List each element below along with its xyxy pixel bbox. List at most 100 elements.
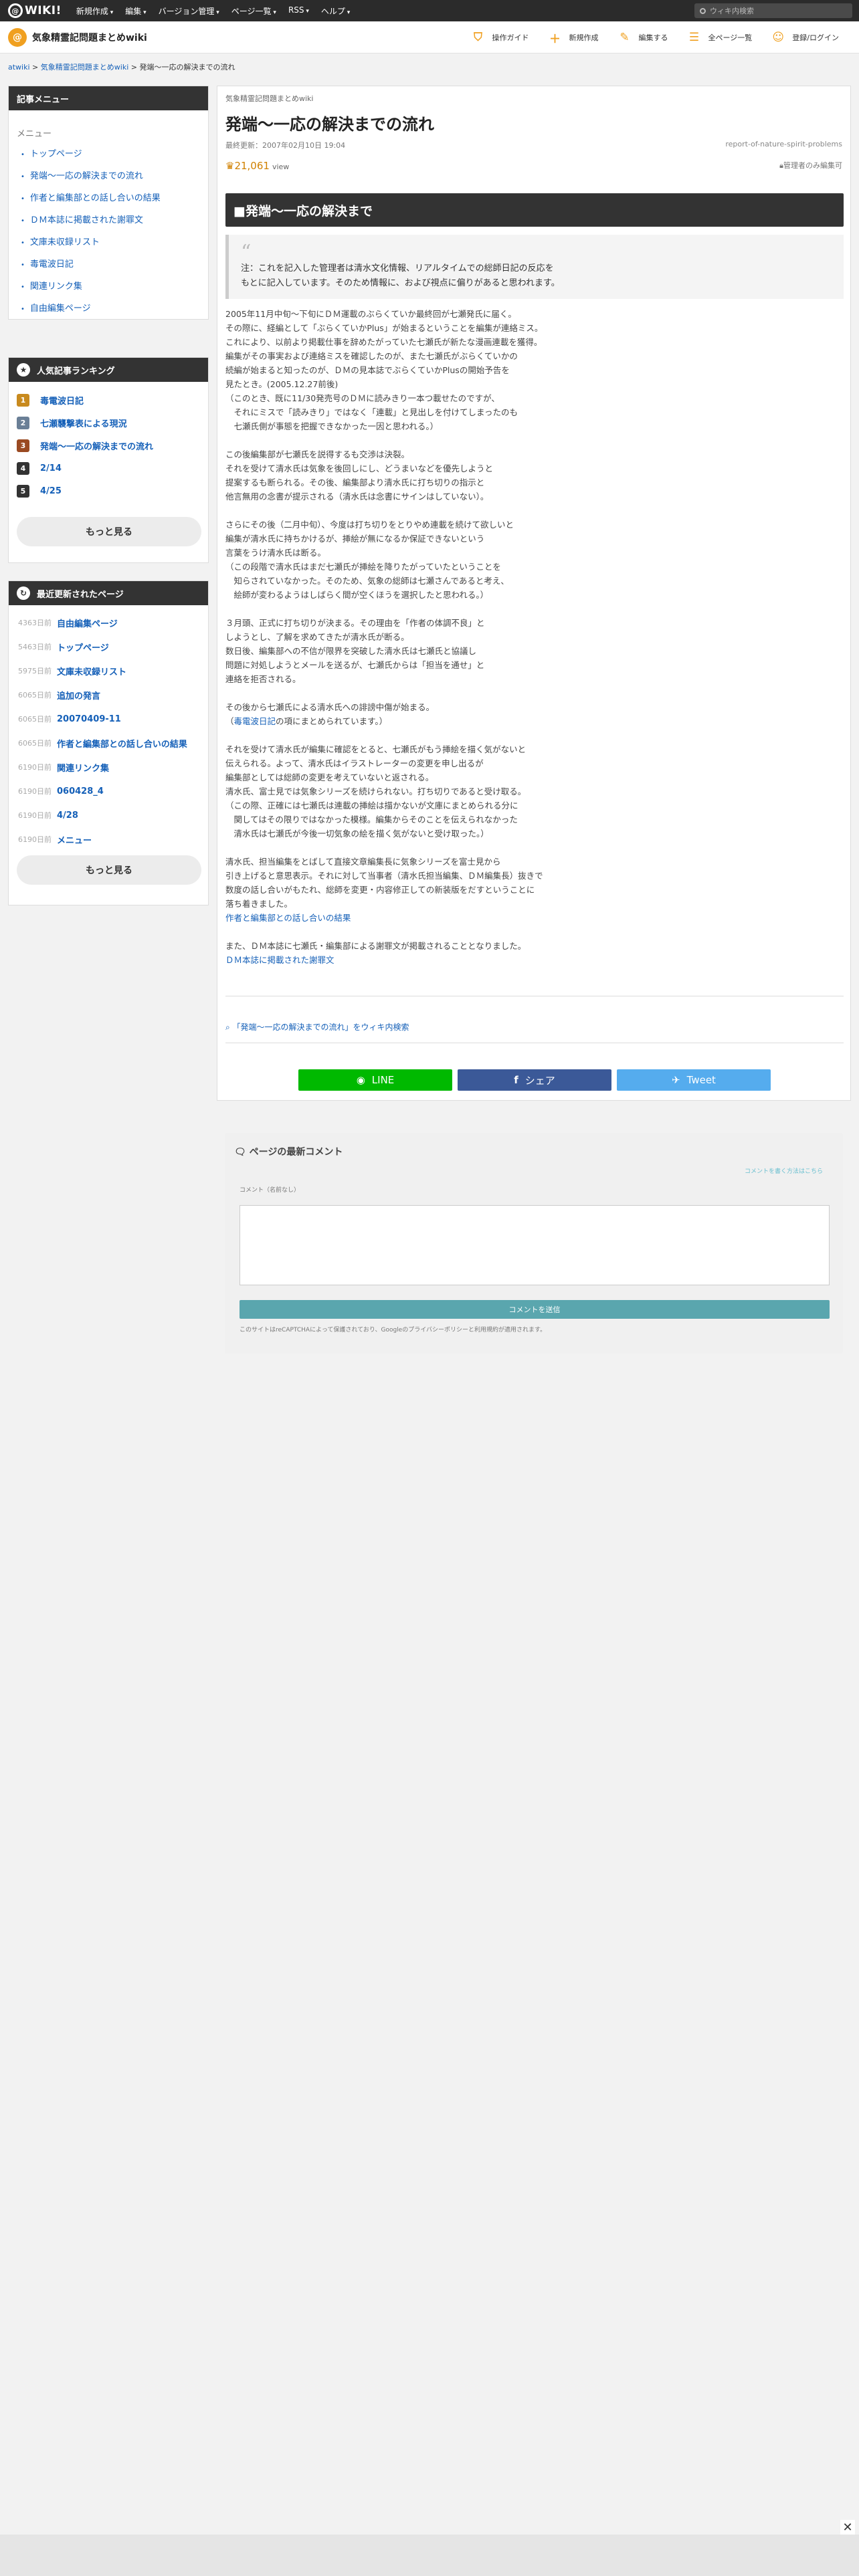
recaptcha-note: このサイトはreCAPTCHAによって保護されており、Googleのプライバシー… [240,1327,547,1333]
article-body: 2005年11月中旬〜下旬にＤＭ運載のぶらくていか最終回が七瀬発氏に届く。 その… [225,307,844,981]
new-page-label: 新規作成 [569,33,599,42]
ranking-item-4[interactable]: 4 2/14 [17,457,200,479]
new-page-link[interactable]: ＋ 新規作成 [549,31,599,46]
sidebar-item-top: トップページ [21,143,208,165]
comment-textarea[interactable] [240,1205,830,1285]
ranking-link[interactable]: 毒電波日記 [40,394,84,407]
ranking-link[interactable]: 七瀬襲撃表による現況 [40,417,127,429]
paragraph: それを受けて清水氏が編集に確認をとると、七瀬氏がもう挿絵を描く気がないと 伝えら… [225,744,527,839]
ranking-item-2[interactable]: 2 七瀬襲撃表による現況 [17,411,200,434]
page-slug: report-of-nature-spirit-problems [725,140,842,148]
ranking-item-5[interactable]: 5 4/25 [17,479,200,502]
paragraph: この後編集部が七瀬氏を説得するも交渉は決裂。 それを受けて清水氏は気象を後回しに… [225,449,494,502]
list-item: 6065日前 作者と編集部との話し合いの結果 [18,739,187,750]
list-item: 6065日前 20070409-11 [18,714,121,724]
top-bar: @WIKI! 新規作成 編集 バージョン管理 ページ一覧 RSS ヘルプ [0,0,859,21]
site-title[interactable]: 気象精霊記問題まとめwiki [32,31,147,44]
all-pages-label: 全ページ一覧 [708,33,753,42]
comment-submit-button[interactable]: コメントを送信 [240,1300,830,1319]
breadcrumb: atwiki > 気象精霊記問題まとめwiki > 発端〜一応の解決までの流れ [8,63,235,72]
close-icon[interactable]: ✕ [840,2520,855,2535]
users-icon: ☺ [772,31,785,44]
menu-help[interactable]: ヘルプ [321,5,350,17]
comment-title: 🗨︎ ページの最新コメント [234,1147,343,1158]
sidebar-menu-box: 記事メニュー メニュー トップページ 発端〜一応の解決までの流れ 作者と編集部と… [8,86,209,320]
list-item: 6065日前 追加の発言 [18,691,101,702]
apology-link[interactable]: ＤＭ本誌に掲載された謝罪文 [225,955,335,965]
rank-badge: 5 [17,484,29,498]
note-quote: “ 注：これを記入した管理者は清水文化情報、リアルタイムでの総師日記の反応を も… [225,235,844,299]
edit-link[interactable]: ✎ 編集する [619,31,668,44]
result-link[interactable]: 作者と編集部との話し合いの結果 [225,913,351,923]
list-item: 5975日前 文庫未収録リスト [18,667,127,677]
header-nav: ⛉ 操作ガイド ＋ 新規作成 ✎ 編集する ☰ 全ページ一覧 ☺ 登録/ログイン [472,21,859,53]
main-article: 気象精霊記問題まとめwiki 発端〜一応の解決までの流れ 最終更新：2007年0… [217,86,851,1101]
pencil-icon: ✎ [619,31,630,44]
facebook-share-button[interactable]: f シェア [458,1069,611,1091]
twitter-share-button[interactable]: ✈ Tweet [617,1069,771,1091]
ranking-link[interactable]: 2/14 [40,463,62,473]
menu-rss[interactable]: RSS [288,5,309,17]
facebook-icon: f [514,1074,518,1086]
paragraph: また、ＤＭ本誌に七瀬氏・編集部による謝罪文が掲載されることとなりました。 [225,941,527,951]
comment-hint-link[interactable]: コメントを書く方法はこちら [745,1166,823,1175]
recent-list: 4363日前 自由編集ページ 5463日前 トップページ 5975日前 文庫未収録リス… [9,605,208,851]
at-logo-icon: @ [8,3,23,18]
ranking-item-3[interactable]: 3 発端〜一応の解決までの流れ [17,434,200,457]
logo-text: WIKI! [25,4,62,17]
share-bar: ◉ LINE f シェア ✈ Tweet [217,1069,852,1091]
menu-version[interactable]: バージョン管理 [159,5,219,17]
list-item: 4363日前 自由編集ページ [18,619,118,629]
ranking-link[interactable]: 発端〜一応の解決までの流れ [40,439,153,452]
ad-banner [0,2535,859,2576]
menu-pages[interactable]: ページ一覧 [231,5,276,17]
ranking-header: ★ 人気記事ランキング [9,358,208,382]
ranking-more-button[interactable]: もっと見る [17,517,201,546]
breadcrumb-site[interactable]: 気象精霊記問題まとめwiki [41,63,128,72]
view-count: ♛21,061 view [225,160,290,172]
menu-edit[interactable]: 編集 [125,5,146,17]
crown-icon: ♛ [225,160,235,172]
recent-more-button[interactable]: もっと見る [17,855,201,885]
login-link[interactable]: ☺ 登録/ログイン [772,31,839,44]
all-pages-link[interactable]: ☰ 全ページ一覧 [688,31,753,44]
paragraph: ＤＭ本誌に掲載された謝罪文 [225,953,844,967]
wiki-search-input[interactable] [710,6,844,15]
document-icon: ☰ [688,31,700,44]
edit-label: 編集する [638,33,668,42]
list-item: 6190日前 060428_4 [18,786,104,796]
guide-label: 操作ガイド [492,33,529,42]
guide-link[interactable]: ⛉ 操作ガイド [472,31,529,44]
quote-text: 注：これを記入した管理者は清水文化情報、リアルタイムでの総師日記の反応を もとに… [241,263,560,288]
breadcrumb-current: 発端〜一応の解決までの流れ [139,63,235,72]
comment-icon: 🗨︎ [234,1147,250,1158]
rank-badge: 4 [17,461,29,475]
ranking-item-1[interactable]: 1 毒電波日記 [17,389,200,411]
menu-caption: メニュー [17,129,52,139]
comment-label: コメント（名前なし） [240,1187,300,1194]
ranking-link[interactable]: 4/25 [40,486,62,496]
line-share-button[interactable]: ◉ LINE [298,1069,452,1091]
breadcrumb-root[interactable]: atwiki [8,63,30,72]
menu-list: トップページ 発端〜一応の解決までの流れ 作者と編集部との話し合いの結果 ＤＭ本… [21,143,208,320]
list-item: 5463日前 トップページ [18,643,109,653]
wiki-search-link[interactable]: ⌕ 「発端〜一応の解決までの流れ」をウィキ内検索 [225,1021,409,1033]
star-icon: ★ [17,363,30,377]
wiki-search-box [694,3,852,18]
section-heading: ■発端〜一応の解決まで [225,193,844,227]
paragraph: さらにその後（二月中旬）、今度は打ち切りをとりやめ連載を続けて欲しいと 編集が清… [225,520,514,600]
site-icon[interactable]: @ [8,27,27,47]
rank-badge: 1 [17,393,29,407]
list-item: 6190日前 メニュー [18,835,92,846]
page-title: 発端〜一応の解決までの流れ [225,115,434,134]
sidebar-item-apology: ＤＭ本誌に掲載された謝罪文 [21,209,208,231]
list-item: 6190日前 関連リンク集 [18,763,110,774]
paragraph: 作者と編集部との話し合いの結果 [225,911,844,925]
comment-section: 🗨︎ ページの最新コメント コメントを書く方法はこちら コメント（名前なし） コ… [225,1133,843,1354]
last-modified: 最終更新：2007年02月10日 19:04 [225,141,346,150]
ranking-box: ★ 人気記事ランキング 1 毒電波日記 2 七瀬襲撃表による現況 3 発端〜一応の解決ま… [8,357,209,563]
menu-new[interactable]: 新規作成 [76,5,113,17]
recent-box: ↻ 最近更新されたページ 4363日前 自由編集ページ 5463日前 トップページ 5… [8,580,209,905]
atwiki-logo[interactable]: @ WIKI! [8,3,62,18]
diary-link[interactable]: 毒電波日記 [234,716,276,726]
